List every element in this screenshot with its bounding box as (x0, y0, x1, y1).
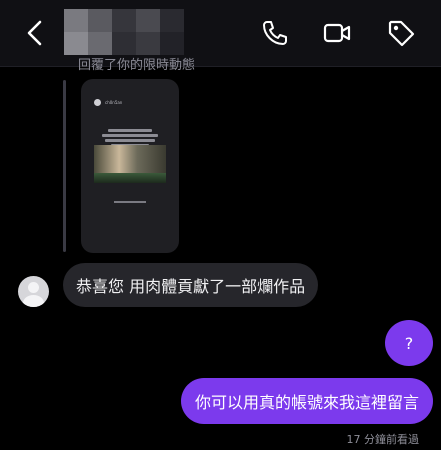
outgoing-message-bubble[interactable]: 你可以用真的帳號來我這裡留言 (180, 378, 433, 424)
reply-indicator-bar (63, 80, 66, 252)
chevron-left-icon[interactable] (20, 18, 50, 48)
contact-avatar[interactable] (18, 276, 49, 307)
story-reply-label: 回覆了你的限時動態 (78, 58, 196, 71)
contact-avatar-blurred[interactable] (64, 9, 184, 55)
story-username: ch0n5an (105, 100, 123, 105)
video-camera-icon[interactable] (322, 18, 352, 48)
story-caption (114, 201, 146, 203)
seen-status: 17 分鐘前看過 (346, 433, 420, 446)
incoming-message-bubble[interactable]: 恭喜您 用肉體貢獻了一部爛作品 (63, 263, 319, 307)
story-header: ch0n5an (94, 99, 122, 106)
tag-icon[interactable] (386, 18, 416, 48)
chat-header (0, 0, 441, 67)
story-preview-card[interactable]: ch0n5an (81, 79, 179, 253)
phone-icon[interactable] (260, 18, 290, 48)
story-avatar (94, 99, 101, 106)
story-image (94, 145, 166, 183)
outgoing-question-bubble[interactable]: ? (385, 320, 433, 366)
